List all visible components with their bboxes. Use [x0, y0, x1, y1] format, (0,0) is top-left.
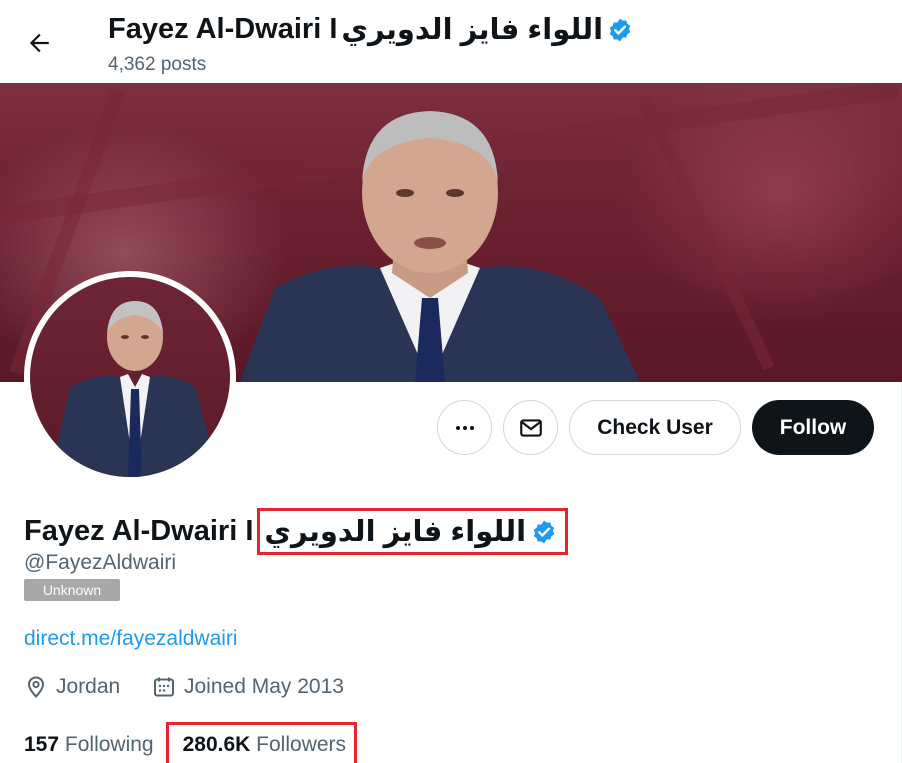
followers-count: 280.6K [182, 732, 251, 756]
posts-count: 4,362 posts [108, 54, 207, 75]
avatar-photo [30, 277, 230, 477]
more-dots-icon [455, 425, 474, 430]
verified-badge-icon [533, 520, 555, 543]
profile-name-en: Fayez Al-Dwairi I [24, 515, 254, 547]
header-title-en: Fayez Al-Dwairi I [108, 13, 338, 45]
location-text: Jordan [56, 675, 121, 698]
profile-handle: @FayezAldwairi [24, 551, 177, 574]
header-title: Fayez Al-Dwairi I اللواء فايز الدويري [108, 12, 633, 47]
profile-joined: Joined May 2013 [152, 675, 344, 699]
profile-name: Fayez Al-Dwairi I اللواء فايز الدويري [24, 508, 569, 555]
profile-header-bar: Fayez Al-Dwairi I اللواء فايز الدويري 4,… [0, 0, 902, 83]
profile-name-ar: اللواء فايز الدويري [264, 516, 527, 548]
envelope-icon [519, 418, 542, 437]
profile-avatar[interactable] [24, 271, 236, 483]
following-label: Following [64, 732, 154, 756]
location-pin-icon [27, 676, 45, 698]
following-count: 157 [24, 732, 60, 756]
following-link[interactable]: 157 Following [24, 733, 154, 757]
status-badge: Unknown [24, 579, 120, 601]
highlighted-arabic-name: اللواء فايز الدويري [257, 508, 569, 555]
profile-location: Jordan [24, 675, 120, 699]
arrow-left-icon [29, 33, 49, 53]
joined-text: Joined May 2013 [184, 675, 344, 698]
back-button[interactable] [19, 23, 59, 63]
header-title-ar: اللواء فايز الدويري [341, 14, 604, 46]
followers-label: Followers [256, 732, 347, 756]
profile-website-link[interactable]: direct.me/fayezaldwairi [24, 627, 238, 651]
followers-link[interactable]: 280.6K Followers [183, 733, 346, 757]
follow-button[interactable]: Follow [752, 400, 874, 455]
more-button[interactable] [437, 400, 492, 455]
message-button[interactable] [503, 400, 558, 455]
calendar-icon [154, 677, 174, 697]
avatar-person-figure [50, 301, 220, 477]
profile-stats: 157 Following 280.6K Followers [24, 722, 358, 763]
check-user-button[interactable]: Check User [569, 400, 741, 455]
highlighted-followers: 280.6K Followers [165, 722, 358, 763]
verified-badge-icon [609, 18, 631, 41]
